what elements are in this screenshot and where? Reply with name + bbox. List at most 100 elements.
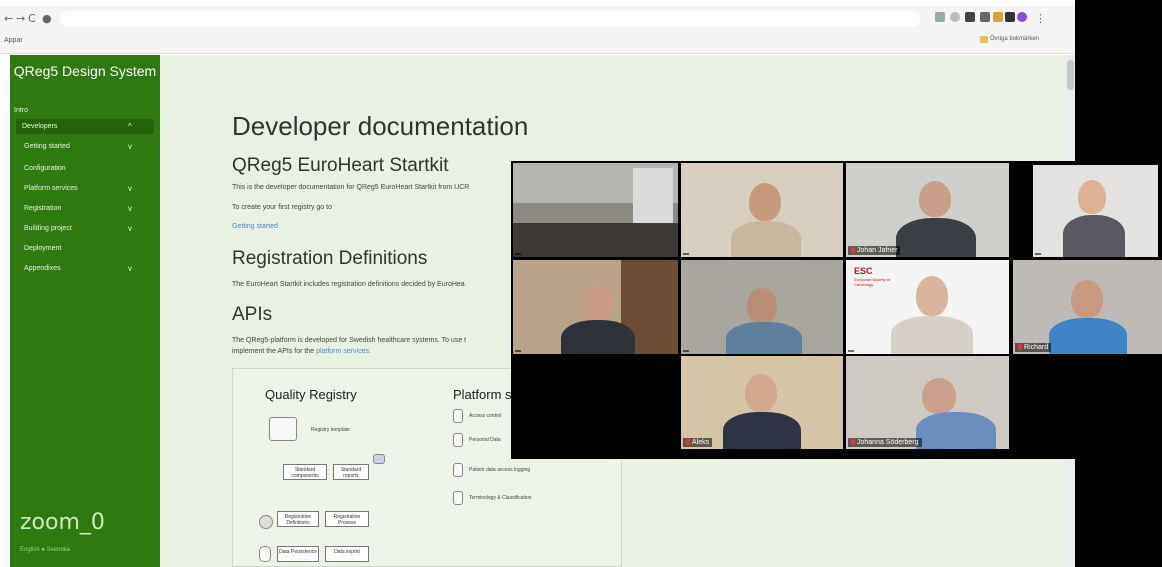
sidebar-item-deployment[interactable]: Deployment <box>24 245 61 252</box>
participant-face <box>922 378 956 414</box>
create-registry-text: To create your first registry go to <box>232 204 332 211</box>
apis-paragraph: The QReg5-platform is developed for Swed… <box>232 337 467 344</box>
sidebar: QReg5 Design System Intro Developers ^ G… <box>10 55 160 567</box>
ps-item-terminology: Terminology & Classification <box>469 495 532 501</box>
ps-item-personal-data: Personal Data <box>469 437 501 443</box>
participant-name-tag: Richard <box>1015 343 1052 352</box>
esc-logo-subtitle: European Society of Cardiology <box>854 277 891 287</box>
getting-started-link[interactable]: Getting started <box>232 223 278 230</box>
video-tile[interactable]: Aleks <box>681 356 843 449</box>
language-option-swedish[interactable]: Svenska <box>47 547 70 553</box>
other-bookmarks[interactable]: Övriga bokmärken <box>990 36 1039 42</box>
apis-heading: APIs <box>232 304 273 325</box>
chevron-up-icon[interactable]: ^ <box>128 122 132 131</box>
participant-name: Aleks <box>692 439 710 446</box>
profile-avatar-icon[interactable] <box>1017 12 1027 22</box>
participant-name <box>848 350 854 352</box>
window-background <box>633 168 673 228</box>
reload-icon[interactable]: C <box>28 12 36 25</box>
video-tile[interactable] <box>513 260 678 354</box>
video-tile[interactable]: Richard <box>1013 260 1162 354</box>
video-tile[interactable] <box>513 163 678 257</box>
puzzle-icon[interactable] <box>1005 12 1015 22</box>
participant-face <box>916 276 948 316</box>
participant-body <box>896 218 976 257</box>
video-tile[interactable] <box>681 260 843 354</box>
chevron-down-icon[interactable]: v <box>128 184 132 193</box>
sidebar-item-appendixes[interactable]: Appendixes <box>24 265 61 272</box>
back-icon[interactable]: ← <box>4 12 13 25</box>
language-option-english[interactable]: English <box>20 547 40 553</box>
sidebar-item-registration[interactable]: Registration <box>24 205 61 212</box>
globe-icon <box>259 515 273 529</box>
mic-muted-icon <box>851 439 855 445</box>
folder-icon <box>980 36 988 43</box>
star-icon[interactable] <box>950 12 960 22</box>
participant-body <box>726 322 802 354</box>
esc-logo: ESC <box>854 266 873 276</box>
participant-face <box>1071 280 1103 318</box>
language-switcher[interactable]: English ● Svenska <box>20 547 70 553</box>
platform-services-title: Platform se <box>453 387 519 402</box>
chevron-down-icon[interactable]: v <box>128 224 132 233</box>
startkit-heading: QReg5 EuroHeart Startkit <box>232 155 449 176</box>
page-title: Developer documentation <box>232 111 529 141</box>
scrollbar-thumb[interactable] <box>1067 60 1074 90</box>
video-tile[interactable] <box>681 163 843 257</box>
participant-name <box>683 350 689 352</box>
sidebar-item-platform-services[interactable]: Platform services <box>24 185 78 192</box>
sidebar-title[interactable]: QReg5 Design System <box>10 64 160 78</box>
menu-icon[interactable]: ⋮ <box>1035 12 1046 25</box>
video-call-gallery: Johan Jafner ESC European Society of Car… <box>511 161 1162 459</box>
sidebar-item-developers[interactable]: Developers <box>22 123 57 130</box>
extension-icon[interactable] <box>993 12 1003 22</box>
participant-body <box>1063 215 1125 257</box>
participant-body <box>723 412 801 449</box>
chevron-down-icon[interactable]: v <box>128 264 132 273</box>
address-bar[interactable] <box>60 11 920 27</box>
participant-name <box>1035 253 1041 255</box>
video-tile[interactable] <box>1033 165 1158 257</box>
platform-services-link[interactable]: platform services. <box>316 348 371 355</box>
apis-paragraph-2: implement the APIs for the platform serv… <box>232 348 371 355</box>
intro-paragraph: This is the developer documentation for … <box>232 184 470 191</box>
participant-face <box>749 183 781 221</box>
video-tile[interactable]: ESC European Society of Cardiology <box>846 260 1009 354</box>
participant-body <box>561 320 635 354</box>
ps-item-access-control: Access control <box>469 413 502 419</box>
video-tile[interactable]: Johanna Söderberg <box>846 356 1009 449</box>
extension-icon[interactable] <box>965 12 975 22</box>
translate-icon[interactable] <box>935 12 945 22</box>
sidebar-item-configuration[interactable]: Configuration <box>24 165 66 172</box>
participant-name: Johanna Söderberg <box>857 439 919 446</box>
participant-body <box>891 316 973 354</box>
desk-background <box>513 223 678 257</box>
participant-name: Johan Jafner <box>857 247 898 254</box>
data-persistence-box: Data Persistence <box>277 546 319 562</box>
zoom-overlay-label: zoom_0 <box>20 510 105 535</box>
chevron-down-icon[interactable]: v <box>128 142 132 151</box>
video-tile[interactable]: Johan Jafner <box>846 163 1009 257</box>
participant-name-tag: Aleks <box>683 438 713 447</box>
registry-template-icon <box>269 417 297 441</box>
apps-bookmark[interactable]: Appar <box>4 37 23 44</box>
sidebar-item-intro[interactable]: Intro <box>14 107 28 114</box>
participant-name-tag: Johanna Söderberg <box>848 438 922 447</box>
chevron-down-icon[interactable]: v <box>128 204 132 213</box>
registration-paragraph: The EuroHeart Startkit includes registra… <box>232 281 465 288</box>
database-icon <box>259 546 271 562</box>
sidebar-item-getting-started[interactable]: Getting started <box>24 143 70 150</box>
participant-face <box>583 285 613 321</box>
extension-icon[interactable] <box>980 12 990 22</box>
participant-body <box>731 221 801 257</box>
participant-face <box>747 288 777 324</box>
registry-template-label: Registry template <box>311 427 350 433</box>
mic-muted-icon <box>851 247 855 253</box>
sidebar-item-building-project[interactable]: Building project <box>24 225 72 232</box>
apis-text: implement the APIs for the <box>232 348 315 355</box>
screen: ← → C ● ⋮ Appar Övriga bokmärken QReg5 D… <box>0 0 1162 567</box>
document-icon <box>453 409 463 423</box>
registration-process-box: Registration Process <box>325 511 369 527</box>
forward-icon[interactable]: → <box>16 12 25 25</box>
mic-muted-icon <box>686 439 690 445</box>
